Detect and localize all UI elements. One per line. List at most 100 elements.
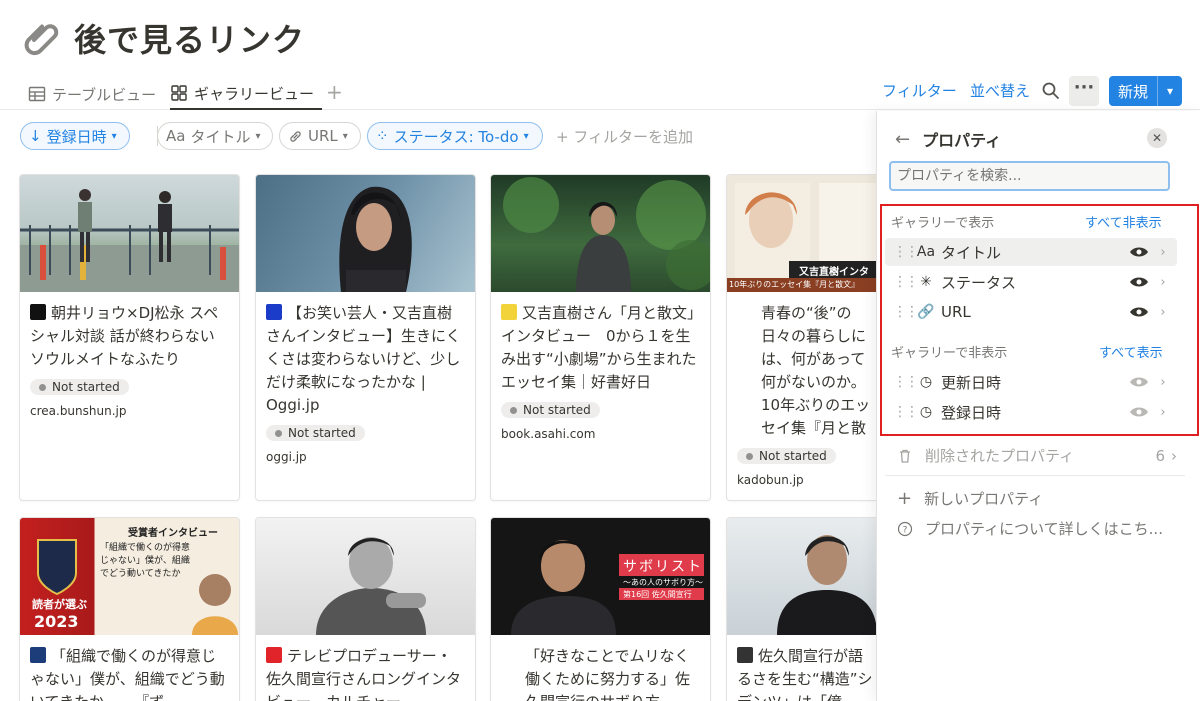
table-icon [28, 86, 46, 102]
learn-more-link[interactable]: ? プロパティについて詳しくはこち... [897, 518, 1163, 539]
add-filter-button[interactable]: + フィルターを追加 [556, 126, 693, 147]
show-all-button[interactable]: すべて表示 [1099, 342, 1163, 361]
gallery-card[interactable]: 【お笑い芸人・又吉直樹さんインタビュー】生きにくくさは変わらないけど、少しだけ柔… [255, 174, 476, 501]
status-dot [746, 452, 753, 460]
favicon-icon [501, 304, 517, 320]
new-button[interactable]: 新規 ▾ [1109, 76, 1182, 106]
gallery-icon [171, 85, 187, 101]
card-title: 佐久間宣行が語るさを生む“構造”シデンツ」は「億 [737, 645, 875, 701]
thumbnail-caption: 10年ぶりのエッセイ集『月と散文』 [729, 280, 860, 289]
help-icon: ? [897, 521, 913, 536]
status-badge: Not started [30, 379, 129, 395]
drag-handle-icon[interactable]: ⋮⋮ [893, 274, 919, 290]
panel-header: ← プロパティ [895, 127, 1001, 151]
card-domain: book.asahi.com [501, 427, 596, 441]
gallery-card[interactable]: 又吉直樹インタ 10年ぶりのエッセイ集『月と散文』 青春の“後”の日々の暮らしに… [726, 174, 886, 501]
title-filter-chip[interactable]: Aa タイトル ▾ [157, 122, 273, 150]
thumbnail-text: 「組織で働くのが得意じゃない」僕が、組織でどう動いてきたか [100, 543, 191, 579]
property-name: ステータス [941, 273, 1017, 292]
chevron-right-icon[interactable]: › [1155, 375, 1171, 390]
status-filter-chip[interactable]: ⁘ ステータス: To-do ▾ [367, 122, 543, 150]
property-search-input[interactable] [889, 161, 1170, 191]
thumbnail-image [503, 177, 710, 292]
arrow-down-icon: ↓ [29, 127, 42, 145]
paperclip-icon [24, 24, 59, 56]
gallery-card[interactable]: サボリスト 〜あの人のサボり方〜 第16回 佐久間宣行 「好きなことでムリなく働… [490, 517, 711, 701]
deleted-properties-row[interactable]: 削除されたプロパティ 6 › [897, 445, 1177, 466]
card-title: 【お笑い芸人・又吉直樹さんインタビュー】生きにくくさは変わらないけど、少しだけ柔… [266, 302, 465, 417]
property-row-url[interactable]: ⋮⋮ 🔗 URL › [885, 298, 1177, 326]
clock-icon: ◷ [919, 374, 933, 390]
chevron-down-icon[interactable]: ▾ [1158, 84, 1182, 98]
trash-icon [900, 449, 910, 463]
text-type-icon: Aa [166, 127, 186, 145]
chevron-right-icon[interactable]: › [1155, 405, 1171, 420]
property-row-created[interactable]: ⋮⋮ ◷ 登録日時 › [885, 398, 1177, 426]
card-thumbnail: 又吉直樹インタ 10年ぶりのエッセイ集『月と散文』 [727, 175, 885, 292]
favicon-icon [266, 647, 282, 663]
eye-off-icon[interactable] [1129, 375, 1149, 389]
eye-icon[interactable] [1129, 305, 1149, 319]
status-badge: Not started [501, 402, 600, 418]
chevron-down-icon: ▾ [255, 130, 261, 142]
chip-label: URL [308, 127, 338, 145]
back-arrow-icon[interactable]: ← [895, 129, 910, 150]
status-badge: Not started [266, 425, 365, 441]
chevron-right-icon[interactable]: › [1155, 275, 1171, 290]
card-title-text: 佐久間宣行が語るさを生む“構造”シデンツ」は「億 [737, 647, 873, 701]
chevron-down-icon: ▾ [523, 130, 529, 142]
more-options-button[interactable]: ··· [1069, 76, 1099, 106]
new-property-button[interactable]: + 新しいプロパティ [897, 488, 1043, 509]
gallery-card[interactable]: 佐久間宣行が語るさを生む“構造”シデンツ」は「億 [726, 517, 886, 701]
property-name: タイトル [941, 243, 1002, 262]
status-icon: ✳ [920, 274, 932, 290]
chevron-right-icon[interactable]: › [1155, 245, 1171, 260]
property-row-updated[interactable]: ⋮⋮ ◷ 更新日時 › [885, 368, 1177, 396]
card-title: 「組織で働くのが得意じゃない」僕が、組織でどう動いてきたか……『ず [30, 645, 229, 701]
chevron-down-icon: ▾ [342, 130, 348, 142]
card-thumbnail: サボリスト 〜あの人のサボり方〜 第16回 佐久間宣行 [491, 518, 710, 635]
sort-chip[interactable]: ↓ 登録日時 ▾ [20, 122, 130, 150]
search-icon[interactable] [1040, 80, 1062, 102]
gallery-card[interactable]: 朝井リョウ×DJ松永 スペシャル対談 話が終わらないソウルメイトなふたり Not… [19, 174, 240, 501]
eye-off-icon[interactable] [1129, 405, 1149, 419]
property-name: 更新日時 [941, 373, 1002, 392]
sort-button[interactable]: 並べ替え [970, 80, 1030, 101]
gallery-card[interactable]: テレビプロデューサー・佐久間宣行さんロングインタビュー カルチャー [255, 517, 476, 701]
status-text: Not started [288, 426, 356, 440]
drag-handle-icon[interactable]: ⋮⋮ [893, 244, 919, 260]
drag-handle-icon[interactable]: ⋮⋮ [893, 304, 919, 320]
page-header: 後で見るリンク [22, 14, 305, 62]
deleted-count: 6 [1155, 446, 1165, 465]
gallery-card[interactable]: 受賞者インタビュー 「組織で働くのが得意じゃない」僕が、組織でどう動いてきたか … [19, 517, 240, 701]
thumbnail-image [339, 186, 412, 292]
card-thumbnail [20, 175, 239, 292]
svg-text:?: ? [903, 525, 908, 535]
card-domain: crea.bunshun.jp [30, 404, 127, 418]
new-property-label: 新しいプロパティ [924, 490, 1044, 508]
card-domain: kadobun.jp [737, 473, 804, 487]
new-button-label: 新規 [1117, 82, 1148, 101]
hide-all-button[interactable]: すべて非表示 [1085, 212, 1162, 231]
property-row-status[interactable]: ⋮⋮ ✳ ステータス › [885, 268, 1177, 296]
gallery-card[interactable]: 又吉直樹さん「月と散文」インタビュー 0から１を生み出す“小劇場”から生まれたエ… [490, 174, 711, 501]
chevron-right-icon[interactable]: › [1155, 305, 1171, 320]
eye-icon[interactable] [1129, 245, 1149, 259]
thumbnail-episode: 第16回 佐久間宣行 [623, 590, 692, 599]
property-row-title[interactable]: ⋮⋮ Aa タイトル › [885, 238, 1177, 266]
status-icon: ⁘ [376, 127, 389, 145]
drag-handle-icon[interactable]: ⋮⋮ [893, 404, 919, 420]
eye-icon[interactable] [1129, 275, 1149, 289]
thumbnail-title: サボリスト [623, 559, 703, 575]
tab-table-view[interactable]: テーブルビュー [28, 78, 156, 110]
card-title: 朝井リョウ×DJ松永 スペシャル対談 話が終わらないソウルメイトなふたり [30, 302, 229, 371]
card-title: 又吉直樹さん「月と散文」インタビュー 0から１を生み出す“小劇場”から生まれたエ… [501, 302, 700, 394]
card-title-text: 「組織で働くのが得意じゃない」僕が、組織でどう動いてきたか……『ず [30, 647, 225, 701]
drag-handle-icon[interactable]: ⋮⋮ [893, 374, 919, 390]
close-icon[interactable]: ✕ [1147, 128, 1167, 148]
url-filter-chip[interactable]: URL ▾ [279, 122, 361, 150]
add-view-button[interactable]: + [326, 80, 343, 104]
filter-button[interactable]: フィルター [882, 80, 957, 101]
tab-gallery-view[interactable]: ギャラリービュー [170, 78, 323, 110]
thumbnail-sub: 〜あの人のサボり方〜 [623, 578, 703, 587]
